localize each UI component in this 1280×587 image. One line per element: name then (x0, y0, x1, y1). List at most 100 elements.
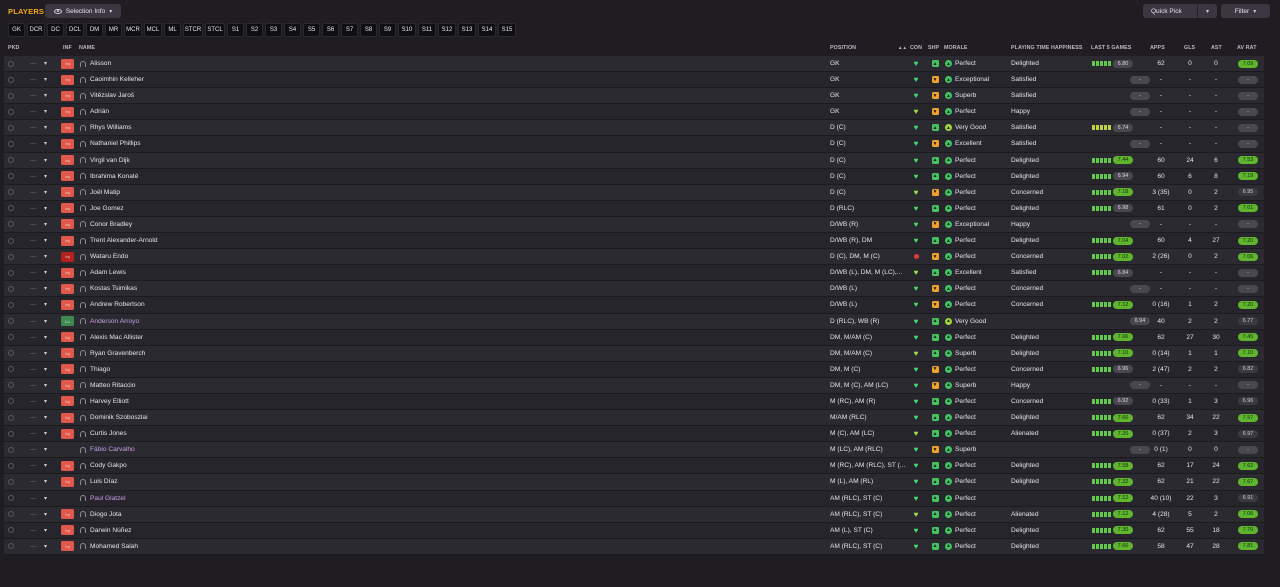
chevron-down-icon[interactable]: ▾ (44, 442, 52, 457)
chevron-down-icon[interactable]: ▾ (44, 394, 52, 409)
injury-badge[interactable]: Inj (61, 299, 74, 310)
player-name[interactable]: Caoimhin Kelleher (90, 76, 144, 83)
table-row[interactable]: — ▾ Inj Cody Gakpo M (RC), AM (RLC), ST (...… (4, 458, 1264, 475)
pick-radio[interactable] (8, 201, 16, 216)
player-name-cell[interactable]: Trent Alexander-Arnold (80, 233, 230, 248)
player-name-cell[interactable]: Anderson Arroyo (80, 314, 230, 329)
chevron-down-icon[interactable]: ▾ (44, 217, 52, 232)
pick-radio[interactable] (8, 426, 16, 441)
player-name[interactable]: Joël Matip (90, 189, 120, 196)
col-inf[interactable]: INF (63, 45, 72, 51)
pick-radio[interactable] (8, 458, 16, 473)
player-name-cell[interactable]: Joe Gomez (80, 201, 230, 216)
table-row[interactable]: — ▾ Paul Glatzel AM (RLC), ST (C) ♥ ▲ ▲ Perfect… (4, 490, 1264, 507)
col-happiness[interactable]: PLAYING TIME HAPPINESS (1011, 45, 1082, 51)
table-row[interactable]: — ▾ Fábio Carvalho M (LC), AM (RLC) ♥ ▼ ▲ Super… (4, 442, 1264, 459)
pick-radio[interactable] (8, 507, 16, 522)
player-name[interactable]: Adam Lewis (90, 269, 126, 276)
player-name-cell[interactable]: Curtis Jones (80, 426, 230, 441)
pick-radio[interactable] (8, 153, 16, 168)
table-row[interactable]: — ▾ Inj Trent Alexander-Arnold D/WB (R), DM ♥… (4, 233, 1264, 250)
chevron-down-icon[interactable]: ▾ (44, 346, 52, 361)
player-name-cell[interactable]: Ibrahima Konaté (80, 169, 230, 184)
chevron-down-icon[interactable]: ▾ (44, 491, 52, 506)
injury-badge[interactable]: Inj (61, 74, 74, 85)
pick-radio[interactable] (8, 169, 16, 184)
injury-badge[interactable]: Inj (61, 412, 74, 423)
col-gls[interactable]: GLS (1184, 45, 1195, 51)
pick-radio[interactable] (8, 281, 16, 296)
player-name[interactable]: Alisson (90, 60, 111, 67)
pick-radio[interactable] (8, 474, 16, 489)
table-row[interactable]: — ▾ Inj Conor Bradley D/WB (R) ♥ ▼ ▲ Exceptional… (4, 216, 1264, 234)
tab-mr[interactable]: MR (105, 23, 122, 37)
tab-s7[interactable]: S7 (341, 23, 358, 37)
chevron-down-icon[interactable]: ▾ (44, 136, 52, 151)
player-name-cell[interactable]: Dominik Szoboszlai (80, 410, 230, 425)
injury-badge[interactable]: Inj (61, 380, 74, 391)
player-name[interactable]: Darwin Núñez (90, 527, 131, 534)
col-avr[interactable]: AV RAT (1237, 45, 1257, 51)
tab-s5[interactable]: S5 (303, 23, 320, 37)
tab-stcr[interactable]: STCR (183, 23, 203, 37)
player-name[interactable]: Nathaniel Phillips (90, 140, 141, 147)
tab-gk[interactable]: GK (8, 23, 25, 37)
pick-radio[interactable] (8, 185, 16, 200)
pick-radio[interactable] (8, 362, 16, 377)
player-name-cell[interactable]: Rhys Williams (80, 120, 230, 135)
col-last5[interactable]: LAST 5 GAMES (1091, 45, 1131, 51)
table-row[interactable]: — ▾ Inj Mohamed Salah AM (RLC), ST (C) ♥ ▲ ▲ Per… (4, 538, 1264, 555)
player-name[interactable]: Paul Glatzel (90, 495, 126, 502)
injury-badge[interactable]: Inj (61, 460, 74, 471)
injury-badge[interactable]: Inj (61, 138, 74, 149)
loan-badge[interactable]: Ln (61, 316, 74, 326)
player-name-cell[interactable]: Vitězslav Jaroš (80, 88, 230, 103)
pick-radio[interactable] (8, 330, 16, 345)
chevron-down-icon[interactable]: ▾ (44, 330, 52, 345)
chevron-down-icon[interactable]: ▾ (44, 201, 52, 216)
player-name-cell[interactable]: Nathaniel Phillips (80, 136, 230, 151)
table-row[interactable]: — ▾ Inj Diogo Jota AM (RLC), ST (C) ♥ ▲ ▲ Perfec… (4, 506, 1264, 523)
player-name-cell[interactable]: Joël Matip (80, 185, 230, 200)
injury-badge[interactable]: Inj (61, 476, 74, 487)
tab-s4[interactable]: S4 (284, 23, 301, 37)
chevron-down-icon[interactable]: ▾ (44, 72, 52, 87)
player-name-cell[interactable]: Darwin Núñez (80, 523, 230, 538)
col-morale[interactable]: MORALE (944, 45, 968, 51)
tab-s9[interactable]: S9 (379, 23, 396, 37)
table-row[interactable]: — ▾ Inj Dominik Szoboszlai M/AM (RLC) ♥ ▲ ▲ Perf… (4, 410, 1264, 427)
col-position[interactable]: POSITION (830, 45, 856, 51)
filter-button[interactable]: Filter ▾ (1221, 4, 1270, 18)
injury-badge[interactable]: Inj (61, 364, 74, 375)
injury-badge[interactable]: Inj (61, 332, 74, 343)
pick-radio[interactable] (8, 120, 16, 135)
player-name[interactable]: Harvey Elliott (90, 398, 129, 405)
player-name-cell[interactable]: Conor Bradley (80, 217, 230, 232)
player-name[interactable]: Anderson Arroyo (90, 318, 139, 325)
table-row[interactable]: — ▾ Inj Alisson GK ♥ ▲ ▲ Perfect Delighted 6.80 62 0… (4, 56, 1264, 73)
player-name[interactable]: Thiago (90, 366, 110, 373)
table-row[interactable]: — ▾ Inj Joe Gomez D (RLC) ♥ ▲ ▲ Perfect Delighted… (4, 200, 1264, 217)
player-name[interactable]: Andrew Robertson (90, 301, 145, 308)
table-row[interactable]: — ▾ Inj Nathaniel Phillips D (C) ♥ ▼ ▲ Excellent… (4, 136, 1264, 153)
chevron-down-icon[interactable]: ▾ (44, 153, 52, 168)
table-row[interactable]: — ▾ Inj Ibrahima Konaté D (C) ♥ ▲ ▲ Perfect Delig… (4, 168, 1264, 185)
player-name-cell[interactable]: Diogo Jota (80, 507, 230, 522)
player-name[interactable]: Matteo Ritaccio (90, 382, 135, 389)
table-row[interactable]: — ▾ Inj Adam Lewis D/WB (L), DM, M (LC),... ♥… (4, 265, 1264, 282)
chevron-down-icon[interactable]: ▾ (44, 185, 52, 200)
player-name-cell[interactable]: Caoimhin Kelleher (80, 72, 230, 87)
col-apps[interactable]: APPS (1150, 45, 1165, 51)
player-name[interactable]: Vitězslav Jaroš (90, 92, 134, 99)
table-row[interactable]: — ▾ Inj Alexis Mac Allister DM, M/AM (C) ♥ ▲ ▲ P… (4, 329, 1264, 346)
player-name[interactable]: Mohamed Salah (90, 543, 138, 550)
chevron-down-icon[interactable]: ▾ (44, 507, 52, 522)
tab-mcr[interactable]: MCR (124, 23, 142, 37)
tab-s13[interactable]: S13 (458, 23, 476, 37)
table-row[interactable]: — ▾ Inj Adrián GK ♥ ▼ ▲ Perfect Happy - - - - - (4, 104, 1264, 121)
pick-radio[interactable] (8, 72, 16, 87)
tab-s14[interactable]: S14 (478, 23, 496, 37)
player-name-cell[interactable]: Adam Lewis (80, 265, 230, 280)
chevron-down-icon[interactable]: ▾ (44, 458, 52, 473)
player-name[interactable]: Ryan Gravenberch (90, 350, 145, 357)
